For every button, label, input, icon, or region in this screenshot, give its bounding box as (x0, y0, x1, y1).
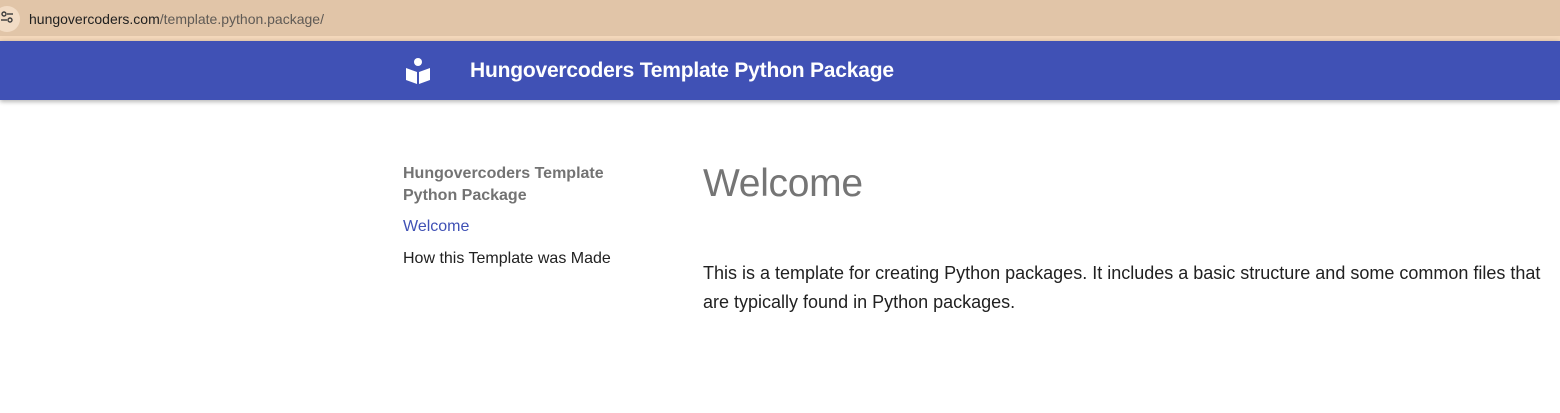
browser-address-bar: hungovercoders.com/template.python.packa… (0, 0, 1560, 41)
site-header: Hungovercoders Template Python Package (0, 41, 1560, 100)
home-logo-link[interactable] (405, 57, 431, 85)
site-title[interactable]: Hungovercoders Template Python Package (470, 58, 894, 84)
page-title: Welcome (703, 162, 863, 205)
nav-item-welcome[interactable]: Welcome (403, 217, 653, 237)
url-domain: hungovercoders.com (29, 11, 160, 27)
intro-paragraph: This is a template for creating Python p… (703, 263, 1541, 312)
nav-title: Hungovercoders Template Python Package (403, 165, 604, 204)
book-reader-icon (405, 58, 431, 89)
sidebar-navigation: Hungovercoders Template Python Package W… (403, 163, 653, 281)
main-content: Welcome This is a template for creating … (703, 160, 1543, 317)
tune-icon (0, 10, 14, 29)
nav-item-how-this-template-was-made[interactable]: How this Template was Made (403, 249, 653, 269)
url-path: /template.python.package/ (159, 11, 324, 27)
site-info-button[interactable] (0, 6, 20, 32)
url-field[interactable]: hungovercoders.com/template.python.packa… (29, 10, 324, 28)
